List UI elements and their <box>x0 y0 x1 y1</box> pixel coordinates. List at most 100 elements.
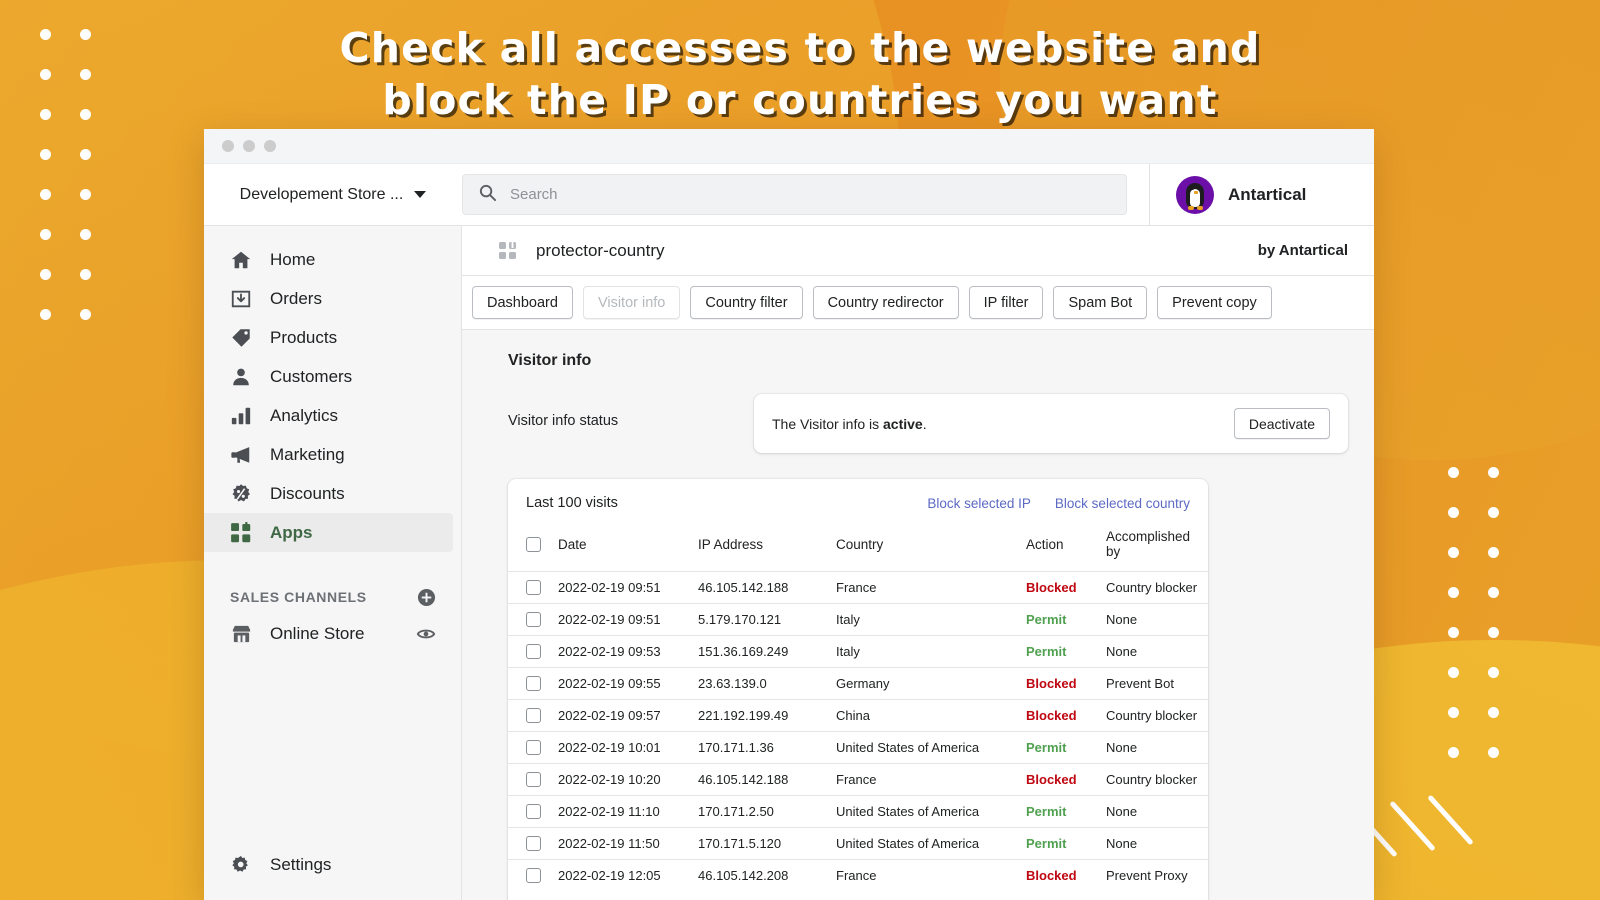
row-checkbox[interactable] <box>526 708 541 723</box>
deactivate-button[interactable]: Deactivate <box>1233 408 1330 439</box>
row-checkbox[interactable] <box>526 836 541 851</box>
cell-date: 2022-02-19 09:55 <box>552 667 692 700</box>
cell-country: United States of America <box>830 795 1020 828</box>
sidebar-item-products[interactable]: Products <box>204 318 453 357</box>
window-close-dot[interactable] <box>222 140 234 152</box>
sidebar-item-label-settings: Settings <box>270 855 332 874</box>
eye-icon[interactable] <box>415 623 437 645</box>
sidebar: Home Orders Products Customers Analytics Mark… <box>204 226 462 900</box>
sidebar-item-apps[interactable]: Apps <box>204 513 453 552</box>
row-select-cell <box>508 571 552 604</box>
decorative-dot <box>1488 692 1528 732</box>
row-select-cell <box>508 699 552 732</box>
sidebar-item-label: Products <box>270 327 338 347</box>
search-input[interactable] <box>510 186 1111 203</box>
decorative-dot <box>1448 612 1488 652</box>
decorative-dot <box>40 254 80 294</box>
select-all-checkbox[interactable] <box>526 536 541 552</box>
status-badge: active <box>883 415 923 432</box>
decorative-dot <box>1448 732 1488 772</box>
table-row: 2022-02-19 09:51 5.179.170.121 Italy Permit… <box>508 603 1208 636</box>
row-checkbox[interactable] <box>526 644 541 659</box>
app-author: by Antartical <box>1257 242 1348 259</box>
row-checkbox[interactable] <box>526 868 541 883</box>
block-selected-country-link[interactable]: Block selected country <box>1055 496 1190 511</box>
sidebar-item-online-store[interactable]: Online Store <box>204 614 461 654</box>
row-checkbox[interactable] <box>526 804 541 819</box>
row-checkbox[interactable] <box>526 580 541 595</box>
tab-ip-filter[interactable]: IP filter <box>968 286 1044 319</box>
cell-ip: 46.105.142.188 <box>692 763 830 796</box>
column-header-accomplished-by: Accomplished by <box>1106 529 1191 559</box>
window-body: Home Orders Products Customers Analytics Mark… <box>204 226 1374 900</box>
table-row: 2022-02-19 09:57 221.192.199.49 China Block… <box>508 699 1208 732</box>
decorative-dot <box>40 214 80 254</box>
user-menu[interactable]: Antartical <box>1149 164 1374 225</box>
tab-prevent-copy[interactable]: Prevent copy <box>1157 286 1272 319</box>
select-all-cell <box>508 523 552 572</box>
avatar <box>1176 175 1214 214</box>
decorative-dot <box>1448 532 1488 572</box>
plus-circle-icon[interactable] <box>415 586 437 608</box>
decorative-dot <box>1448 572 1488 612</box>
decorative-dot <box>1488 572 1528 612</box>
search-box[interactable] <box>462 174 1127 215</box>
sidebar-item-label: Discounts <box>270 483 345 503</box>
tab-spam-bot[interactable]: Spam Bot <box>1053 286 1148 319</box>
search-icon <box>478 183 497 207</box>
cell-action: Permit <box>1020 827 1100 860</box>
sidebar-item-home[interactable]: Home <box>204 240 453 279</box>
cell-ip: 170.171.2.50 <box>692 795 830 828</box>
tab-country-redirector[interactable]: Country redirector <box>812 286 959 319</box>
cell-ip: 170.171.5.120 <box>692 827 830 860</box>
table-row: 2022-02-19 09:55 23.63.139.0 Germany Blocke… <box>508 667 1208 700</box>
table-row: 2022-02-19 10:01 170.171.1.36 United State… <box>508 731 1208 764</box>
column-header-action: Action <box>1026 536 1064 552</box>
decorative-dot <box>1488 652 1528 692</box>
decorative-dot <box>40 134 80 174</box>
status-row: Visitor info status The Visitor info is … <box>508 394 1348 453</box>
row-checkbox[interactable] <box>526 740 541 755</box>
sidebar-item-marketing[interactable]: Marketing <box>204 435 453 474</box>
sidebar-item-settings[interactable]: Settings <box>204 846 461 884</box>
cell-ip: 46.105.142.188 <box>692 571 830 604</box>
column-header-date: Date <box>558 536 587 552</box>
store-selector[interactable]: Developement Store ... <box>204 186 462 204</box>
decorative-dot <box>80 294 120 334</box>
tab-dashboard[interactable]: Dashboard <box>472 286 573 319</box>
sidebar-item-discounts[interactable]: Discounts <box>204 474 453 513</box>
cell-accomplished-by: Country blocker <box>1100 763 1208 796</box>
headline-line-2: block the IP or countries you want <box>382 76 1218 124</box>
cell-action: Blocked <box>1020 667 1100 700</box>
status-message-suffix: . <box>922 415 927 432</box>
row-checkbox[interactable] <box>526 676 541 691</box>
table-row: 2022-02-19 11:10 170.171.2.50 United State… <box>508 795 1208 828</box>
window-maximize-dot[interactable] <box>264 140 276 152</box>
browser-window: Developement Store ... Antartical <box>204 129 1374 900</box>
tab-country-filter[interactable]: Country filter <box>690 286 803 319</box>
decorative-dot <box>1488 732 1528 772</box>
store-name-label: Developement Store ... <box>239 185 404 203</box>
sidebar-item-label: Home <box>270 249 316 269</box>
sales-channels-label: SALES CHANNELS <box>230 589 367 605</box>
megaphone-icon <box>230 444 252 466</box>
sidebar-item-customers[interactable]: Customers <box>204 357 453 396</box>
sidebar-item-analytics[interactable]: Analytics <box>204 396 453 435</box>
visits-table-card: Last 100 visits Block selected IP Block … <box>508 479 1208 900</box>
sidebar-item-orders[interactable]: Orders <box>204 279 453 318</box>
app-header: protector-country by Antartical <box>462 226 1374 276</box>
cell-accomplished-by: None <box>1100 603 1208 636</box>
row-checkbox[interactable] <box>526 612 541 627</box>
decorative-slash <box>1389 800 1436 852</box>
cell-accomplished-by: None <box>1100 795 1208 828</box>
cell-action: Blocked <box>1020 571 1100 604</box>
decorative-slash <box>1427 794 1474 846</box>
window-minimize-dot[interactable] <box>243 140 255 152</box>
row-checkbox[interactable] <box>526 772 541 787</box>
decorative-dot <box>1488 452 1528 492</box>
sales-channels-header: SALES CHANNELS <box>204 580 461 614</box>
sidebar-item-label: Analytics <box>270 405 339 425</box>
bar-chart-icon <box>230 405 252 427</box>
block-selected-ip-link[interactable]: Block selected IP <box>927 496 1031 511</box>
visits-table-title: Last 100 visits <box>526 495 618 511</box>
